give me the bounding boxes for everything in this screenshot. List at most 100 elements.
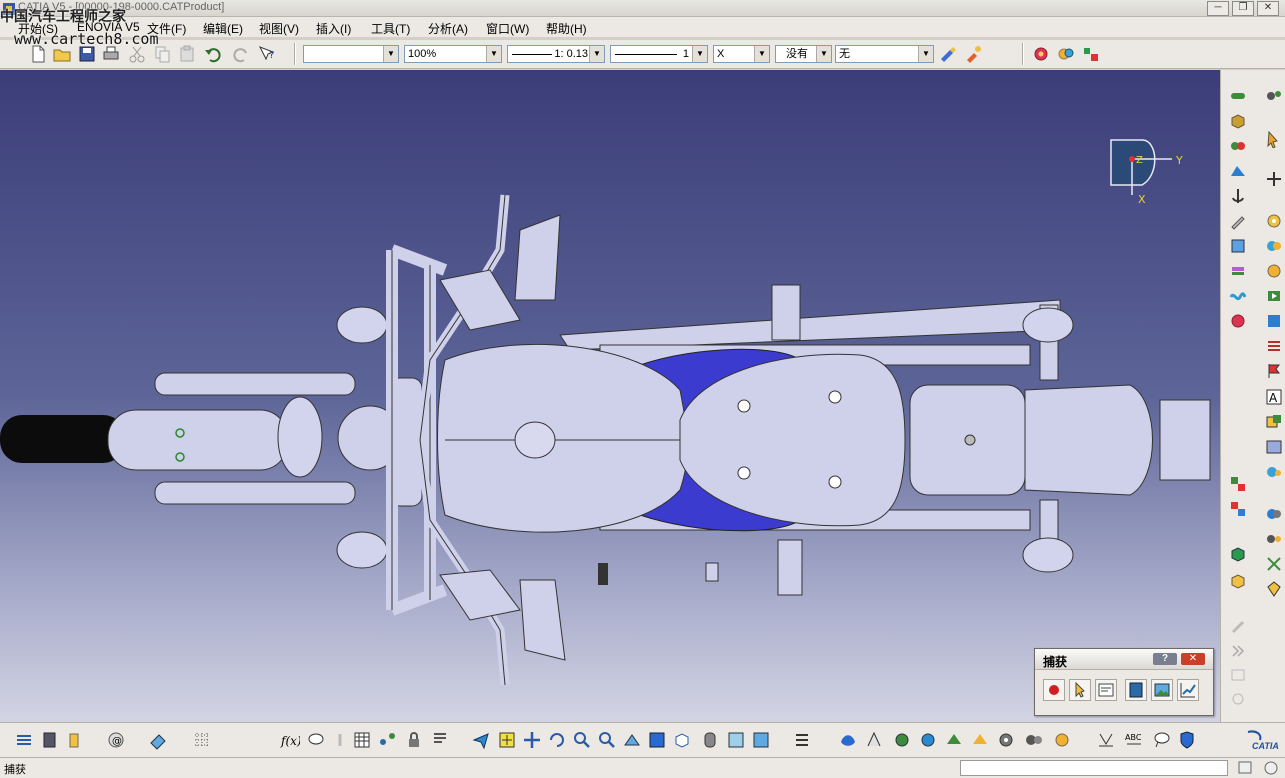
table-icon[interactable] xyxy=(352,730,372,750)
disabled-tool-icon[interactable] xyxy=(1229,618,1247,636)
disabled-icon[interactable] xyxy=(1229,666,1247,684)
scene-icon[interactable] xyxy=(1265,438,1283,456)
compass-tool-icon[interactable] xyxy=(892,730,912,750)
history-icon[interactable] xyxy=(1262,760,1280,775)
explode-icon[interactable] xyxy=(1229,312,1247,330)
pan-icon[interactable] xyxy=(522,730,542,750)
whats-this-icon[interactable]: ? xyxy=(257,44,277,64)
lever-right[interactable] xyxy=(439,569,521,621)
menu-window[interactable]: 窗口(W) xyxy=(486,20,529,37)
cog-pair-icon[interactable] xyxy=(1024,730,1044,750)
multi-view-icon[interactable] xyxy=(647,730,667,750)
color-combo[interactable]: ▼ xyxy=(303,45,399,63)
publish-icon[interactable] xyxy=(1265,413,1283,431)
flag-icon[interactable] xyxy=(1265,362,1283,380)
kickstand[interactable] xyxy=(705,562,719,582)
shift-lever[interactable] xyxy=(598,563,608,585)
graphic-properties-icon[interactable] xyxy=(963,44,983,64)
redo-icon[interactable] xyxy=(231,44,251,64)
turn-signal-rear-left[interactable] xyxy=(1022,307,1074,343)
gear-tool-icon[interactable] xyxy=(996,730,1016,750)
chart-capture-button[interactable] xyxy=(1177,679,1199,701)
grid-icon[interactable] xyxy=(192,730,212,750)
axis-icon[interactable] xyxy=(1265,555,1283,573)
command-input[interactable] xyxy=(960,760,1228,776)
disabled-icon[interactable] xyxy=(1229,690,1247,708)
front-hub[interactable] xyxy=(107,409,289,471)
hide-show-icon[interactable] xyxy=(726,730,746,750)
fit-all-in-icon[interactable] xyxy=(497,730,517,750)
eraser-icon[interactable] xyxy=(148,730,168,750)
tree-toggle-icon[interactable] xyxy=(792,730,812,750)
chevron-down-icon[interactable]: ▼ xyxy=(816,46,831,62)
constraint-icon[interactable] xyxy=(1229,87,1247,105)
text-icon[interactable]: A xyxy=(1265,388,1283,406)
capture-help-button[interactable]: ? xyxy=(1153,653,1177,665)
sequence-icon[interactable] xyxy=(944,730,964,750)
image-capture-button[interactable] xyxy=(1151,679,1173,701)
chevron-down-icon[interactable]: ▼ xyxy=(589,46,604,62)
macro-icon[interactable]: @ xyxy=(106,730,126,750)
reorder-icon[interactable] xyxy=(1265,337,1283,355)
capture-panel[interactable]: 捕获 ? ✕ xyxy=(1034,648,1214,716)
layer-combo[interactable]: 无 ▼ xyxy=(835,45,934,63)
fly-mode-icon[interactable] xyxy=(471,730,491,750)
product-icon[interactable] xyxy=(1265,237,1283,255)
rotate-icon[interactable] xyxy=(547,730,567,750)
catalog-icon[interactable] xyxy=(40,730,60,750)
lock-icon[interactable] xyxy=(404,730,424,750)
snap-icon[interactable] xyxy=(1229,162,1247,180)
shuttle-icon[interactable] xyxy=(970,730,990,750)
chevron-down-icon[interactable]: ▼ xyxy=(383,46,398,62)
comment-icon[interactable] xyxy=(306,730,326,750)
analysis-icon[interactable] xyxy=(1229,500,1247,518)
abc-text-icon[interactable]: ABC xyxy=(1124,730,1144,750)
axis-tool-icon[interactable] xyxy=(1096,730,1116,750)
select-arrow-icon[interactable] xyxy=(1265,130,1283,148)
clash-icon[interactable] xyxy=(1265,505,1283,523)
line-type-combo[interactable]: 1 ▼ xyxy=(610,45,708,63)
product-cube-icon[interactable] xyxy=(1229,545,1247,563)
restore-button[interactable]: ❐ xyxy=(1232,1,1254,16)
turn-signal-rear-right[interactable] xyxy=(1022,537,1074,573)
part-icon[interactable] xyxy=(1265,262,1283,280)
expand-chevron-icon[interactable] xyxy=(1229,642,1247,660)
iso-view-icon[interactable] xyxy=(672,730,692,750)
select-mode-button[interactable] xyxy=(1069,679,1091,701)
insert-icon[interactable] xyxy=(1265,287,1283,305)
album-button[interactable] xyxy=(1125,679,1147,701)
fork-tube-bottom[interactable] xyxy=(154,481,356,505)
format-painter-icon[interactable] xyxy=(938,44,958,64)
explode-tool-icon[interactable] xyxy=(1052,730,1072,750)
measure-icon[interactable] xyxy=(1229,475,1247,493)
line-thickness-combo[interactable]: 1: 0.13 ▼ xyxy=(507,45,605,63)
chevron-down-icon[interactable]: ▼ xyxy=(754,46,769,62)
manipulate-icon[interactable] xyxy=(1229,137,1247,155)
point-type-combo[interactable]: X ▼ xyxy=(713,45,770,63)
menu-insert[interactable]: 插入(I) xyxy=(316,20,351,37)
pencil-icon[interactable] xyxy=(1229,212,1247,230)
cog-pair-icon[interactable] xyxy=(1265,463,1283,481)
undo-icon[interactable] xyxy=(203,44,223,64)
knowledge-icon[interactable] xyxy=(1265,580,1283,598)
close-button[interactable]: ✕ xyxy=(1257,1,1279,16)
tree-icon[interactable] xyxy=(1265,87,1283,105)
transparency-combo[interactable]: 100% ▼ xyxy=(404,45,502,63)
capture-close-button[interactable]: ✕ xyxy=(1181,653,1205,665)
move-icon[interactable] xyxy=(1265,170,1283,188)
paste-icon[interactable] xyxy=(177,44,197,64)
swap-space-icon[interactable] xyxy=(751,730,771,750)
shading-icon[interactable] xyxy=(700,730,720,750)
part-cube-icon[interactable] xyxy=(1229,572,1247,590)
3d-viewport[interactable]: Z Y X xyxy=(0,70,1220,722)
exhaust-pipe[interactable] xyxy=(559,299,1061,351)
cube-icon[interactable] xyxy=(1229,112,1247,130)
mirror-left[interactable] xyxy=(514,214,561,301)
rules-icon[interactable] xyxy=(430,730,450,750)
menu-view[interactable]: 视图(V) xyxy=(259,20,299,37)
disabled-tool-icon[interactable] xyxy=(330,730,350,750)
shield-icon[interactable] xyxy=(1177,730,1197,750)
license-plate[interactable] xyxy=(1159,399,1211,481)
chevron-down-icon[interactable]: ▼ xyxy=(692,46,707,62)
menu-tools[interactable]: 工具(T) xyxy=(371,20,410,37)
